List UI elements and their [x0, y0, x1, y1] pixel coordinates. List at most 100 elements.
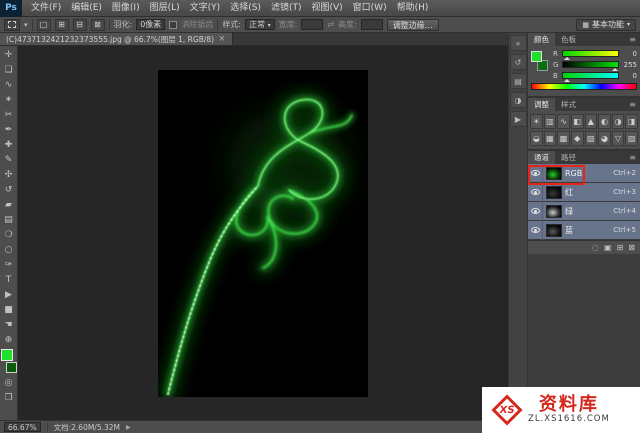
channel-row-blue[interactable]: 蓝 Ctrl+5 [528, 221, 640, 240]
smoke-image[interactable] [158, 70, 368, 397]
tab-styles[interactable]: 样式 [555, 98, 582, 111]
new-channel-icon[interactable]: ⊞ [617, 243, 624, 252]
delete-channel-icon[interactable]: ⊠ [628, 243, 635, 252]
tool-preset-arrow-icon[interactable]: ▾ [24, 21, 28, 29]
tab-color[interactable]: 颜色 [528, 33, 555, 46]
close-tab-icon[interactable]: × [218, 35, 226, 44]
menu-filter[interactable]: 滤镜(T) [266, 0, 307, 17]
menu-layer[interactable]: 图层(L) [145, 0, 185, 17]
tab-paths[interactable]: 路径 [555, 151, 582, 164]
history-panel-icon[interactable]: ↺ [510, 54, 527, 70]
brush-tool[interactable]: ✎ [0, 152, 18, 167]
menu-edit[interactable]: 编辑(E) [66, 0, 107, 17]
color-spectrum-bar[interactable] [531, 83, 637, 90]
channel-mixer-icon[interactable]: ▦ [544, 131, 557, 146]
type-tool[interactable]: T [0, 272, 18, 287]
green-slider-value[interactable]: 255 [622, 61, 637, 69]
crop-tool[interactable]: ✂ [0, 107, 18, 122]
black-white-icon[interactable]: ◨ [625, 114, 638, 129]
posterize-icon[interactable]: ▧ [585, 131, 598, 146]
new-selection-button[interactable]: □ [37, 19, 51, 31]
marquee-tool[interactable]: ❏ [0, 62, 18, 77]
zoom-tool[interactable]: ⊕ [0, 332, 18, 347]
add-selection-button[interactable]: ⊞ [55, 19, 69, 31]
swap-dimensions-icon[interactable]: ⇄ [327, 20, 334, 29]
clone-stamp-tool[interactable]: ✣ [0, 167, 18, 182]
menu-image[interactable]: 图像(I) [107, 0, 145, 17]
slider-thumb[interactable] [564, 76, 570, 82]
foreground-color-swatch[interactable] [1, 349, 13, 361]
hue-saturation-icon[interactable]: ◐ [598, 114, 611, 129]
gradient-map-icon[interactable]: ▨ [625, 131, 638, 146]
screen-mode-button[interactable]: ❒ [0, 390, 18, 405]
color-balance-icon[interactable]: ◑ [612, 114, 625, 129]
tab-swatches[interactable]: 色板 [555, 33, 582, 46]
subtract-selection-button[interactable]: ⊟ [73, 19, 87, 31]
blue-slider-value[interactable]: 0 [622, 72, 637, 80]
height-input[interactable] [361, 19, 383, 30]
menu-view[interactable]: 视图(V) [306, 0, 347, 17]
document-size-info[interactable]: 文档:2.60M/5.32M [54, 422, 120, 433]
intersect-selection-button[interactable]: ⊠ [91, 19, 105, 31]
channel-thumbnail[interactable] [546, 205, 562, 218]
blur-tool[interactable]: ❍ [0, 227, 18, 242]
eraser-tool[interactable]: ▰ [0, 197, 18, 212]
curves-icon[interactable]: ∿ [557, 114, 570, 129]
load-channel-as-selection-icon[interactable]: ◌ [592, 243, 599, 252]
tab-channels[interactable]: 通道 [528, 151, 555, 164]
zoom-level-input[interactable]: 66.67% [4, 422, 41, 432]
width-input[interactable] [301, 19, 323, 30]
healing-brush-tool[interactable]: ✚ [0, 137, 18, 152]
channel-thumbnail[interactable] [546, 186, 562, 199]
levels-icon[interactable]: ▥ [544, 114, 557, 129]
document-tab[interactable]: (C)4737132421232373555.jpg @ 66.7%(图层 1,… [0, 33, 233, 45]
refine-edge-button[interactable]: 调整边缘… [387, 19, 439, 31]
threshold-icon[interactable]: ◕ [598, 131, 611, 146]
green-slider-track[interactable] [562, 61, 619, 68]
properties-panel-icon[interactable]: ▤ [510, 73, 527, 89]
slider-thumb[interactable] [564, 54, 570, 60]
eyedropper-tool[interactable]: ✒ [0, 122, 18, 137]
slider-thumb[interactable] [612, 65, 618, 71]
channel-row-red[interactable]: 红 Ctrl+3 [528, 183, 640, 202]
quick-mask-button[interactable]: ◎ [0, 375, 18, 390]
photo-filter-icon[interactable]: ◒ [530, 131, 543, 146]
panel-foreground-swatch[interactable] [531, 51, 542, 62]
workspace-switcher[interactable]: ▦ 基本功能 ▾ [576, 19, 636, 31]
menu-file[interactable]: 文件(F) [26, 0, 66, 17]
tab-adjustments[interactable]: 调整 [528, 98, 555, 111]
info-panel-icon[interactable]: ◑ [510, 92, 527, 108]
channel-row-green[interactable]: 绿 Ctrl+4 [528, 202, 640, 221]
visibility-eye-icon[interactable] [528, 202, 543, 221]
status-flyout-arrow-icon[interactable]: ▶ [126, 424, 131, 431]
actions-panel-icon[interactable]: ▶ [510, 111, 527, 127]
shape-tool[interactable]: ■ [0, 302, 18, 317]
active-tool-icon[interactable] [4, 19, 20, 31]
move-tool[interactable]: ✛ [0, 47, 18, 62]
menu-select[interactable]: 选择(S) [225, 0, 266, 17]
antialias-checkbox[interactable] [169, 21, 177, 29]
blue-slider-track[interactable] [562, 72, 619, 79]
panel-menu-icon[interactable]: ≡ [625, 98, 640, 111]
lasso-tool[interactable]: ∿ [0, 77, 18, 92]
save-selection-as-channel-icon[interactable]: ▣ [604, 243, 612, 252]
vibrance-icon[interactable]: ▲ [585, 114, 598, 129]
panel-menu-icon[interactable]: ≡ [625, 33, 640, 46]
red-slider-track[interactable] [562, 50, 619, 57]
panel-menu-icon[interactable]: ≡ [625, 151, 640, 164]
feather-input[interactable]: 0像素 [136, 19, 165, 30]
gradient-tool[interactable]: ▤ [0, 212, 18, 227]
history-brush-tool[interactable]: ↺ [0, 182, 18, 197]
red-slider-value[interactable]: 0 [622, 50, 637, 58]
pen-tool[interactable]: ✑ [0, 257, 18, 272]
selective-color-icon[interactable]: ▽ [612, 131, 625, 146]
menu-type[interactable]: 文字(Y) [185, 0, 226, 17]
visibility-eye-icon[interactable] [528, 183, 543, 202]
channel-thumbnail[interactable] [546, 224, 562, 237]
brightness-contrast-icon[interactable]: ☀ [530, 114, 543, 129]
exposure-icon[interactable]: ◧ [571, 114, 584, 129]
style-dropdown[interactable]: 正常 ▾ [245, 19, 275, 30]
background-color-swatch[interactable] [6, 362, 17, 373]
invert-icon[interactable]: ◆ [571, 131, 584, 146]
hand-tool[interactable]: ☚ [0, 317, 18, 332]
